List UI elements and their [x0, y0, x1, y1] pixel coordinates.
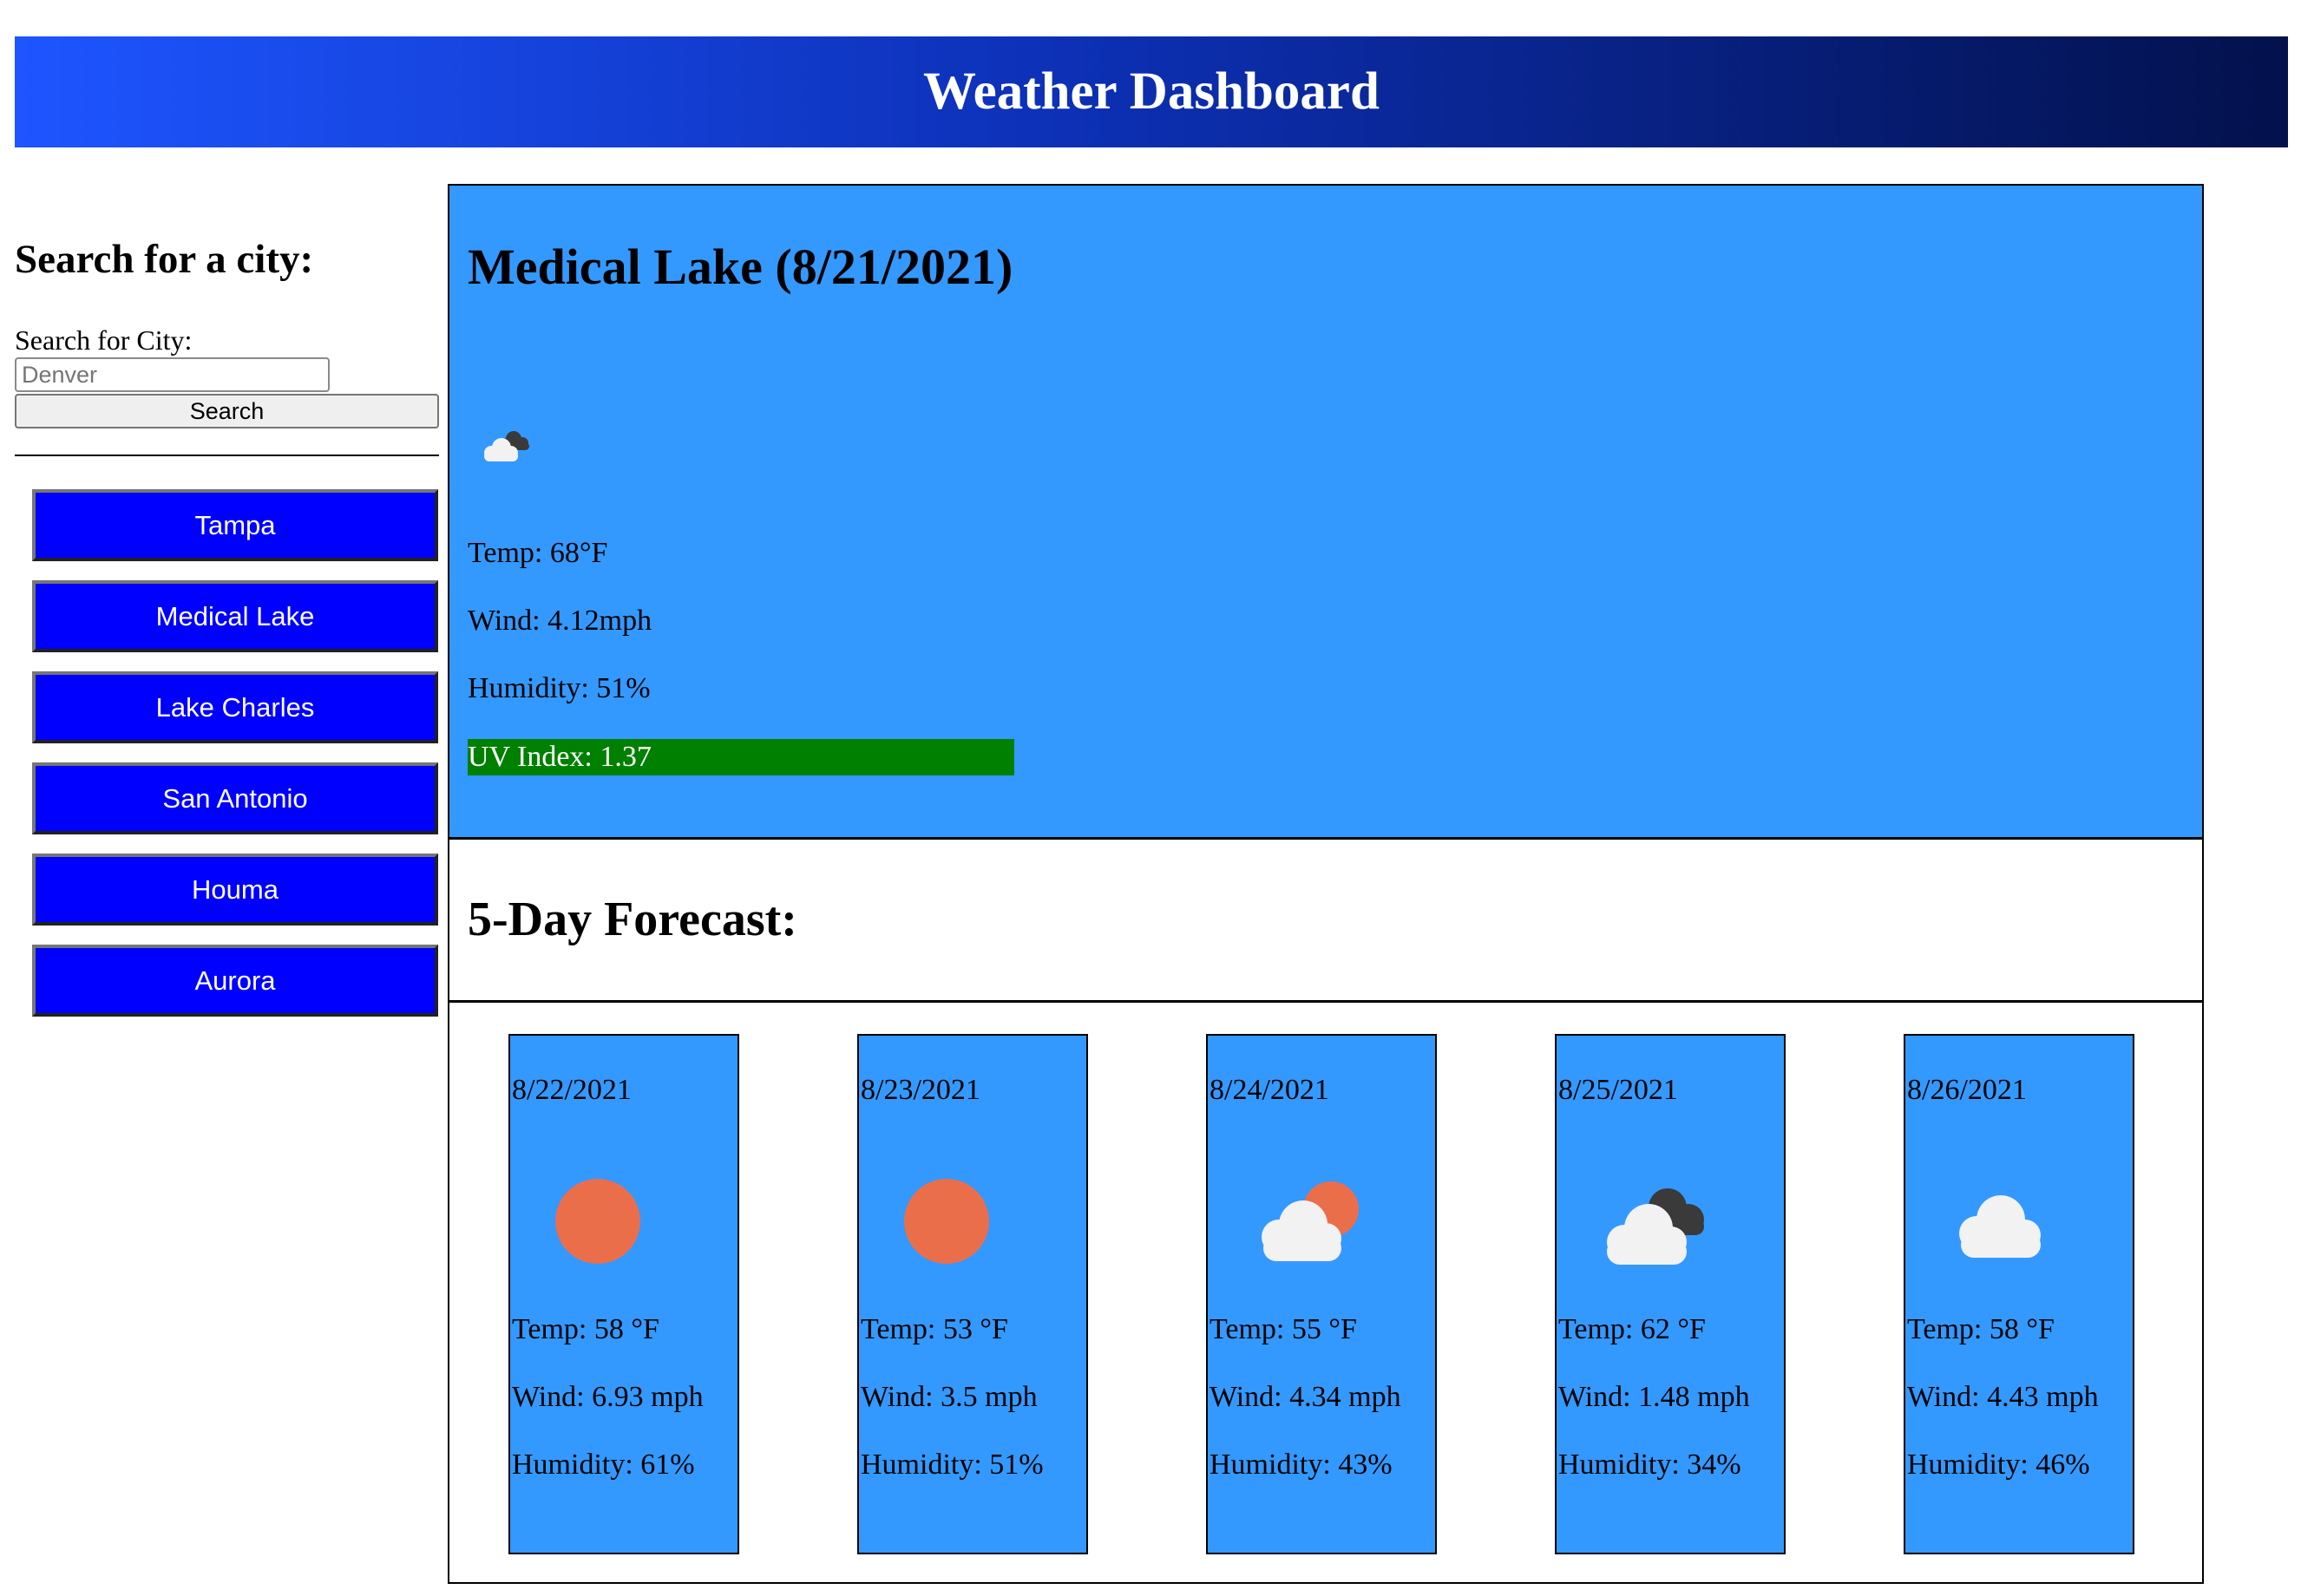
- search-history-list: Tampa Medical Lake Lake Charles San Anto…: [32, 489, 438, 1036]
- search-button[interactable]: Search: [15, 394, 439, 428]
- current-city-title: Medical Lake (8/21/2021): [468, 239, 1013, 295]
- forecast-wind: Wind: 6.93 mph: [512, 1381, 704, 1413]
- history-button-houma[interactable]: Houma: [32, 854, 438, 926]
- forecast-card: 8/25/2021 Temp: 62 °F Wind: 1.48 mph Hum…: [1555, 1034, 1786, 1554]
- history-button-lake-charles[interactable]: Lake Charles: [32, 671, 438, 743]
- sun-icon: [555, 1179, 640, 1264]
- forecast-card: 8/26/2021 Temp: 58 °F Wind: 4.43 mph Hum…: [1904, 1034, 2134, 1554]
- forecast-card: 8/23/2021 Temp: 53 °F Wind: 3.5 mph Humi…: [857, 1034, 1088, 1554]
- forecast-date: 8/24/2021: [1210, 1074, 1329, 1106]
- forecast-wind: Wind: 4.34 mph: [1210, 1381, 1401, 1413]
- app-header: Weather Dashboard: [15, 36, 2288, 147]
- forecast-card: 8/22/2021 Temp: 58 °F Wind: 6.93 mph Hum…: [508, 1034, 739, 1554]
- uv-index-badge: UV Index: 1.37: [468, 739, 1014, 775]
- current-wind: Wind: 4.12mph: [468, 605, 652, 637]
- search-heading: Search for a city:: [15, 237, 314, 282]
- history-button-medical-lake[interactable]: Medical Lake: [32, 580, 438, 652]
- forecast-temp: Temp: 58 °F: [1907, 1313, 2055, 1345]
- sun-behind-cloud-icon: [1262, 1181, 1359, 1261]
- cloud-dark-cloud-icon: [1607, 1188, 1704, 1265]
- forecast-date: 8/25/2021: [1558, 1074, 1678, 1106]
- sun-icon: [904, 1179, 989, 1264]
- forecast-humidity: Humidity: 43%: [1210, 1449, 1393, 1481]
- forecast-date: 8/22/2021: [512, 1074, 632, 1106]
- search-label: Search for City:: [15, 324, 193, 356]
- forecast-humidity: Humidity: 61%: [512, 1449, 695, 1481]
- forecast-wind: Wind: 4.43 mph: [1907, 1381, 2099, 1413]
- history-button-san-antonio[interactable]: San Antonio: [32, 762, 438, 834]
- cloud-icon: [1959, 1195, 2041, 1258]
- forecast-temp: Temp: 62 °F: [1558, 1313, 1706, 1345]
- forecast-date: 8/23/2021: [861, 1074, 980, 1106]
- current-temp: Temp: 68°F: [468, 537, 608, 569]
- search-input[interactable]: [15, 357, 330, 392]
- forecast-wind: Wind: 1.48 mph: [1558, 1381, 1750, 1413]
- forecast-date: 8/26/2021: [1907, 1074, 2027, 1106]
- forecast-heading: 5-Day Forecast:: [468, 893, 797, 946]
- forecast-humidity: Humidity: 46%: [1907, 1449, 2090, 1481]
- forecast-temp: Temp: 55 °F: [1210, 1313, 1357, 1345]
- current-humidity: Humidity: 51%: [468, 672, 651, 704]
- divider: [15, 455, 439, 456]
- page-title: Weather Dashboard: [923, 62, 1380, 121]
- forecast-temp: Temp: 58 °F: [512, 1313, 659, 1345]
- current-weather: Medical Lake (8/21/2021) Temp: 68°F Wind…: [449, 186, 2202, 840]
- forecast-temp: Temp: 53 °F: [861, 1313, 1008, 1345]
- forecast-card: 8/24/2021 Temp: 55 °F Wind: 4.34 mph Hum…: [1206, 1034, 1437, 1554]
- forecast-wind: Wind: 3.5 mph: [861, 1381, 1038, 1413]
- forecast-humidity: Humidity: 34%: [1558, 1449, 1741, 1481]
- forecast-humidity: Humidity: 51%: [861, 1449, 1044, 1481]
- history-button-tampa[interactable]: Tampa: [32, 489, 438, 561]
- history-button-aurora[interactable]: Aurora: [32, 945, 438, 1017]
- forecast-header: 5-Day Forecast:: [449, 840, 2202, 1003]
- main-panel: Medical Lake (8/21/2021) Temp: 68°F Wind…: [448, 184, 2204, 1584]
- cloud-dark-cloud-icon: [484, 431, 529, 461]
